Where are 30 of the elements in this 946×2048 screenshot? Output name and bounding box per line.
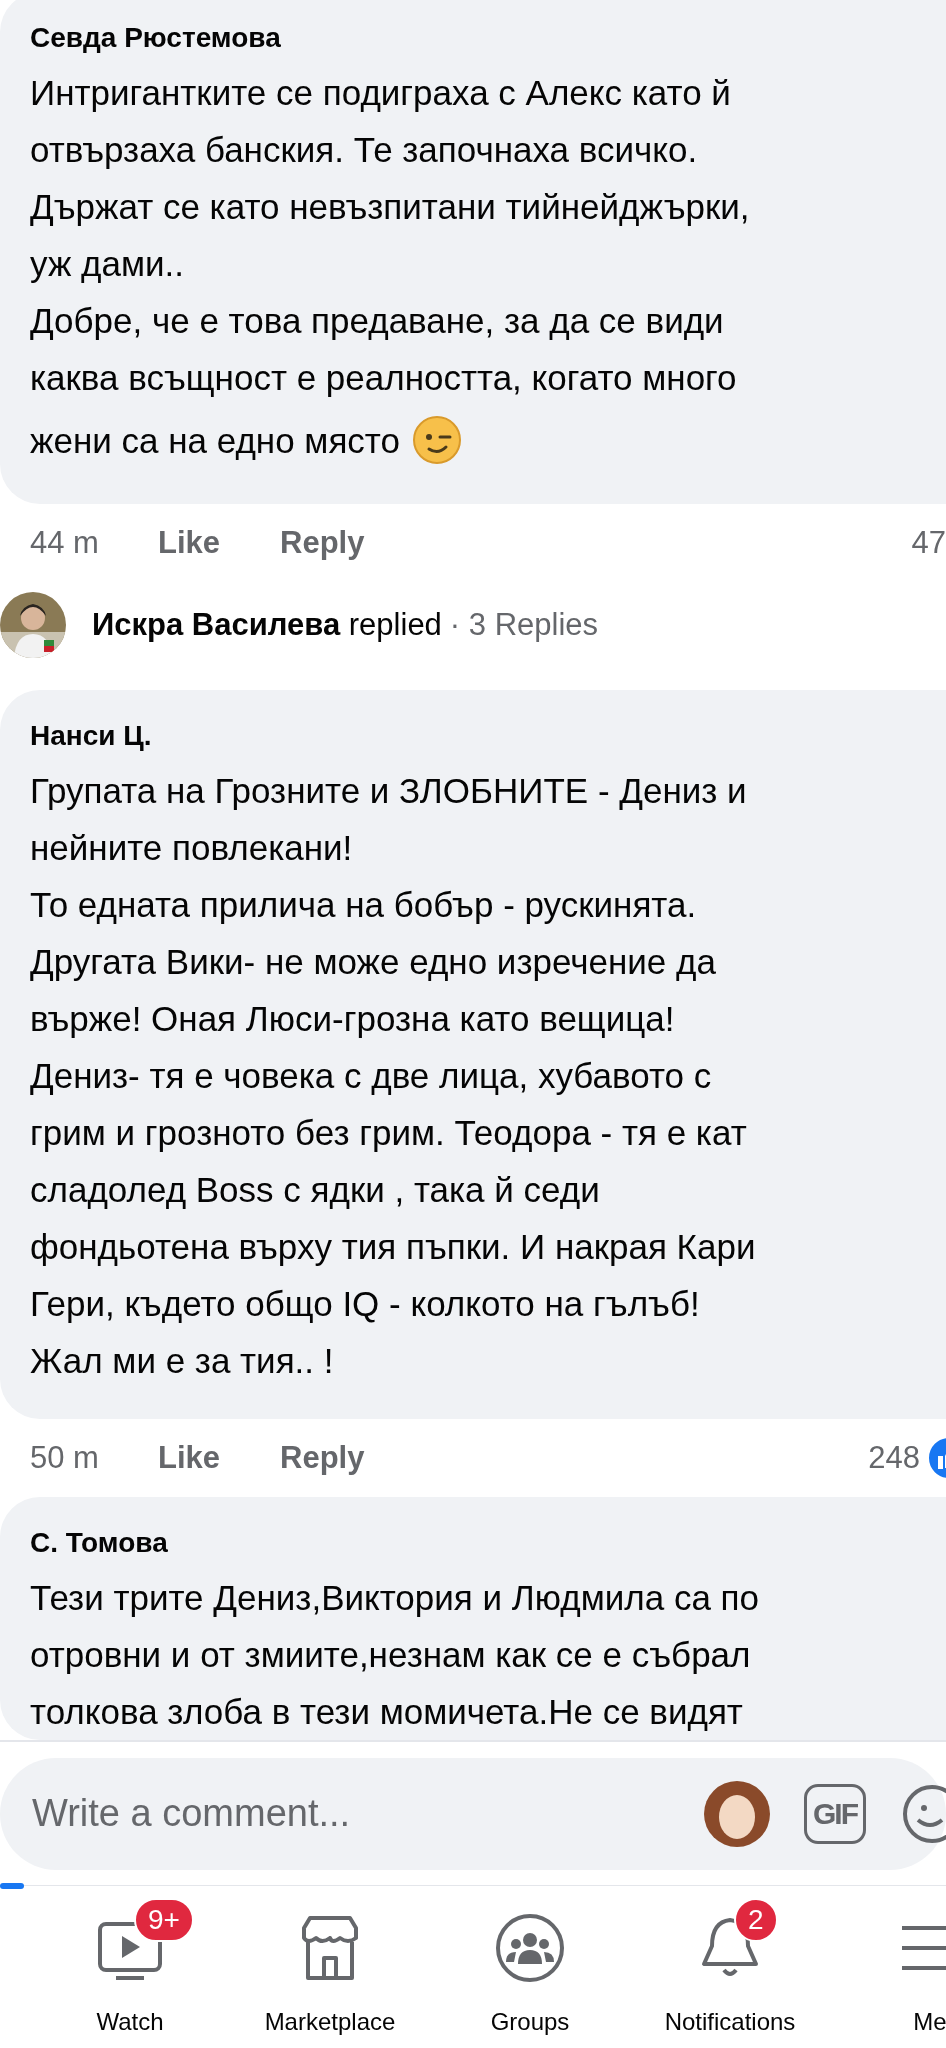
comment-text: жени са на едно място: [30, 419, 400, 462]
gif-button[interactable]: GIF: [804, 1783, 866, 1844]
groups-icon: [494, 1912, 566, 1984]
comment-time: 44 m: [30, 524, 100, 561]
comment-author: С. Томова: [30, 1526, 168, 1560]
comment-field[interactable]: Write a comment... GIF: [0, 1757, 946, 1870]
comment-time: 50 m: [30, 1440, 100, 1477]
replies-count[interactable]: · 3 Replies: [449, 607, 599, 643]
emoji-icon[interactable]: [900, 1783, 946, 1844]
like-link[interactable]: Like: [158, 524, 221, 561]
comment-author: Севда Рюстемова: [30, 21, 281, 55]
reply-link[interactable]: Reply: [280, 1440, 365, 1477]
nav-tab[interactable]: Groups: [430, 1886, 630, 2048]
like-link[interactable]: Like: [158, 1440, 221, 1477]
reply-link[interactable]: Reply: [280, 524, 365, 561]
nav-tab[interactable]: Me: [830, 1886, 946, 2048]
avatar-icon[interactable]: [704, 1780, 770, 1847]
tab-indicator: [0, 1883, 24, 1889]
comment-text: Групата на Грозните и ЗЛОБНИТЕ - Дениз и нейните повлекани! То едната прилича на бобър - рускинята. Другата Вики- не може едно изречение да върже! Оная Люси-грозна като вещица! Дениз- тя е човека с две лица, хубавото с грим и грозното без грим. Теодора - тя е кат сладолед Boss с ядки , така й седи фондьотена върху тия пъпки. И накрая Кари Гери, където общо IQ - колкото на гълъб! Жал ми е за тия.. !: [30, 770, 757, 1383]
replies-summary[interactable]: Искра Василева replied: [92, 607, 442, 643]
comment-text: Тези трите Дениз,Виктория и Людмила са по отровни и от змиите,незнам как се е събрал толкова злоба в тези момичета.Не се видят: [30, 1577, 760, 1733]
wink-emoji-icon: [411, 415, 462, 465]
comment-author: Нанси Ц.: [30, 719, 152, 754]
nav-tab[interactable]: 2 Notifications: [630, 1886, 830, 2048]
reaction-count: 248: [868, 1440, 920, 1477]
nav-tab[interactable]: Marketplace: [230, 1886, 430, 2048]
reaction-count: 47: [911, 524, 946, 561]
notification-badge: 2: [734, 1898, 778, 1942]
nav-tab[interactable]: 9+ Watch: [30, 1886, 230, 2048]
notification-badge: 9+: [134, 1898, 194, 1942]
